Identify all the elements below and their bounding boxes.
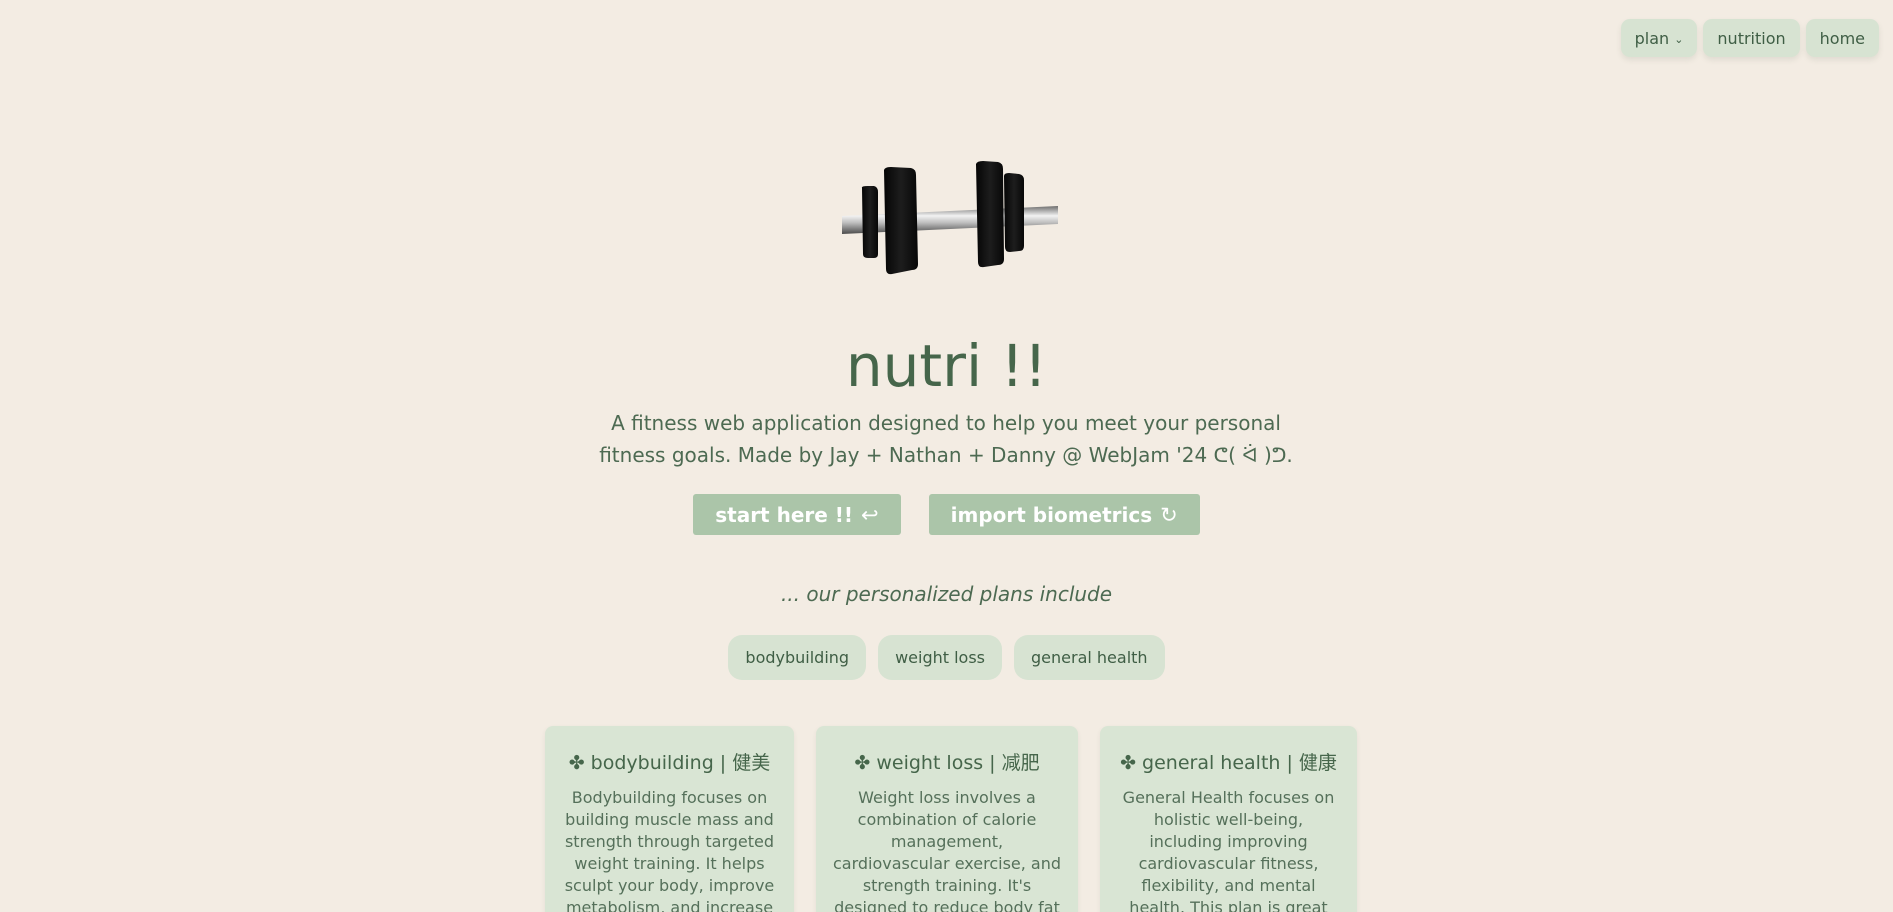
card-title: ✤ bodybuilding | 健美	[568, 752, 771, 774]
import-biometrics-button[interactable]: import biometrics ↻	[928, 494, 1200, 535]
cta-row: start here !! ↩ import biometrics ↻	[0, 494, 1893, 535]
plan-tag-bodybuilding[interactable]: bodybuilding	[728, 635, 867, 680]
plans-caption: ... our personalized plans include	[780, 582, 1113, 606]
home-label: home	[1819, 28, 1865, 48]
chevron-down-icon: ⌄	[1674, 32, 1684, 46]
import-biometrics-label: import biometrics	[950, 502, 1153, 527]
home-nav-button[interactable]: home	[1805, 19, 1879, 57]
plan-tags: bodybuilding weight loss general health	[0, 635, 1893, 680]
landing-page: plan ⌄ nutrition home nutri !! A fitness…	[0, 0, 1893, 912]
return-arrow-icon: ↩	[861, 502, 879, 527]
plan-card-weight-loss: ✤ weight loss | 减肥 Weight loss involves …	[816, 726, 1078, 912]
plan-card-general-health: ✤ general health | 健康 General Health foc…	[1100, 726, 1357, 912]
start-here-button[interactable]: start here !! ↩	[693, 494, 901, 535]
card-body: Weight loss involves a combination of ca…	[832, 788, 1062, 912]
card-title: ✤ general health | 健康	[1120, 752, 1337, 774]
page-subtitle: A fitness web application designed to he…	[599, 411, 1293, 467]
nutrition-nav-button[interactable]: nutrition	[1703, 19, 1800, 57]
card-title: ✤ weight loss | 减肥	[854, 752, 1040, 774]
plan-label: plan	[1634, 28, 1670, 48]
plan-menu-button[interactable]: plan ⌄	[1620, 19, 1698, 57]
refresh-icon: ↻	[1160, 502, 1178, 527]
page-title: nutri !!	[845, 332, 1048, 400]
plan-cards: ✤ bodybuilding | 健美 Bodybuilding focuses…	[545, 726, 1357, 912]
plan-tag-weight-loss[interactable]: weight loss	[878, 635, 1003, 680]
nutrition-label: nutrition	[1717, 28, 1786, 48]
plan-tag-general-health[interactable]: general health	[1014, 635, 1165, 680]
plan-card-bodybuilding: ✤ bodybuilding | 健美 Bodybuilding focuses…	[545, 726, 794, 912]
top-nav: plan ⌄ nutrition home	[1620, 19, 1879, 57]
start-here-label: start here !!	[715, 502, 854, 527]
card-body: Bodybuilding focuses on building muscle …	[564, 788, 775, 912]
card-body: General Health focuses on holistic well-…	[1122, 788, 1335, 912]
dumbbell-icon	[838, 158, 1060, 284]
